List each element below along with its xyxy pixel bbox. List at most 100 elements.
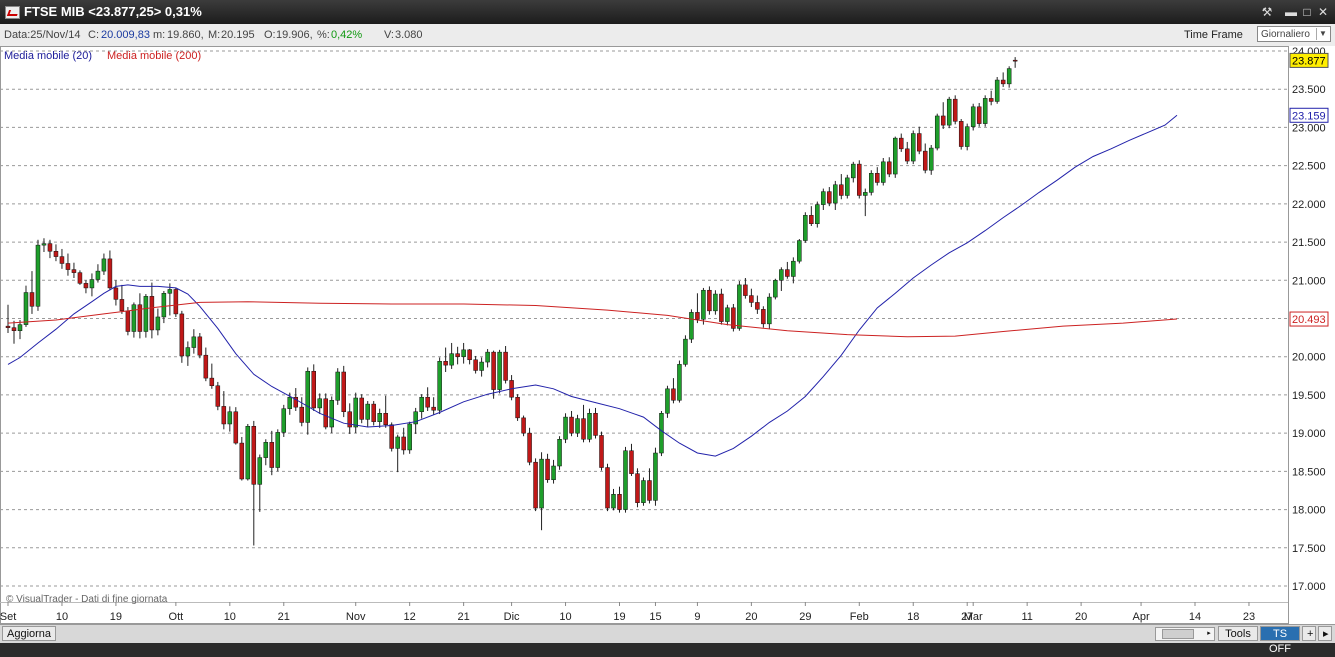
candle-down (47, 243, 53, 252)
y-tick-label: 19.500 (1292, 390, 1326, 402)
candle-up (869, 173, 874, 193)
candle-down (5, 325, 11, 328)
candle-up (713, 293, 718, 312)
candle-up (101, 258, 107, 272)
candle-down (581, 418, 586, 440)
candle-down (857, 163, 862, 196)
candle-up (461, 349, 466, 357)
candle-down (599, 435, 604, 468)
candle-down (383, 413, 388, 425)
info-min-label: m: (153, 29, 166, 41)
x-tick-label: 18 (907, 611, 919, 623)
candle-down (1012, 59, 1018, 62)
candle-down (431, 406, 436, 411)
maximize-button[interactable]: □ (1299, 4, 1315, 20)
info-volume-label: V: (384, 29, 394, 41)
candle-up (185, 347, 191, 357)
y-tick-label: 22.000 (1292, 199, 1326, 211)
candle-down (617, 494, 622, 510)
candle-down (467, 349, 472, 361)
candle-up (419, 396, 424, 412)
horizontal-scrollbar[interactable]: ▸ (1155, 627, 1215, 641)
candle-up (287, 396, 293, 409)
candle-down (323, 398, 328, 428)
info-volume-value: 3.080 (395, 29, 423, 41)
watermark-text: © VisualTrader - Dati di fine giornata (6, 594, 168, 605)
candle-up (701, 289, 706, 320)
candle-down (916, 133, 922, 152)
candle-down (605, 467, 610, 509)
candle-up (779, 269, 784, 281)
bottom-bar: Aggiorna ▸ Tools TS OFF + ▸ (0, 624, 1335, 655)
candle-up (437, 361, 442, 411)
chart-app-icon (5, 6, 20, 19)
candle-up (677, 364, 682, 401)
scrollbar-thumb[interactable] (1162, 629, 1194, 639)
candle-down (952, 98, 958, 122)
info-bar: Data:25/Nov/14 C: 20.009,83 m: 19.860, M… (0, 24, 1335, 47)
candle-up (227, 411, 233, 425)
candle-up (23, 292, 29, 325)
scroll-right-icon[interactable]: ▸ (1204, 628, 1214, 640)
candle-down (749, 295, 754, 303)
tools-icon[interactable]: ⚒ (1259, 4, 1275, 20)
y-tick-label: 18.000 (1292, 505, 1326, 517)
ts-off-button[interactable]: TS OFF (1260, 626, 1300, 655)
candle-up (689, 312, 694, 340)
dropdown-arrow-icon[interactable]: ▼ (1316, 28, 1329, 40)
timeframe-select[interactable]: Giornaliero ▼ (1257, 26, 1331, 42)
x-tick-label: 11 (1021, 611, 1032, 623)
candle-up (17, 324, 23, 331)
candle-down (389, 424, 394, 449)
candle-up (946, 98, 952, 126)
candle-up (143, 296, 149, 332)
candle-down (311, 370, 316, 409)
legend-ma200[interactable]: Media mobile (200) (107, 50, 201, 62)
candle-down (53, 250, 59, 257)
candle-down (839, 184, 844, 196)
x-tick-label: 12 (404, 611, 416, 623)
candle-down (743, 284, 748, 296)
x-tick-label: Mar (964, 611, 983, 623)
chart-area[interactable]: 24.000 23.500 23.000 22.500 22.000 21.500 21.0… (0, 46, 1335, 624)
candle-down (77, 272, 83, 284)
candle-down (203, 354, 209, 379)
candle-down (119, 299, 125, 312)
candle-up (275, 432, 281, 468)
candle-up (191, 336, 197, 348)
candle-up (161, 293, 167, 318)
x-tick-label: 20 (745, 611, 757, 623)
candle-down (455, 353, 460, 357)
y-tick-label: 17.000 (1292, 581, 1326, 593)
candle-up (881, 161, 886, 183)
candle-up (89, 279, 95, 289)
candle-down (215, 385, 221, 407)
minimize-button[interactable]: ▬ (1283, 4, 1299, 20)
candle-down (761, 309, 766, 325)
candlestick-chart[interactable]: 24.00023.50023.00022.50022.00021.50021.0… (0, 46, 1335, 624)
candle-up (833, 184, 838, 204)
candle-down (899, 137, 904, 150)
candle-down (239, 442, 245, 480)
candle-down (1000, 79, 1006, 85)
arrow-button[interactable]: ▸ (1318, 626, 1332, 641)
candle-up (821, 191, 826, 205)
candle-down (887, 161, 892, 175)
tools-button[interactable]: Tools (1218, 626, 1258, 641)
x-tick-label: 19 (110, 611, 122, 623)
candle-up (863, 192, 868, 196)
x-tick-label: Dic (504, 611, 520, 623)
candle-down (569, 416, 574, 434)
candle-up (329, 400, 334, 428)
candle-down (173, 289, 179, 315)
close-button[interactable]: ✕ (1315, 4, 1331, 20)
candle-down (940, 115, 946, 126)
x-tick-label: Nov (346, 611, 366, 623)
candle-up (497, 351, 502, 390)
add-button[interactable]: + (1302, 626, 1316, 641)
candle-down (83, 283, 89, 289)
candle-up (41, 243, 47, 246)
info-open-label: O: (264, 29, 276, 41)
legend-ma20[interactable]: Media mobile (20) (4, 50, 92, 62)
aggiorna-button[interactable]: Aggiorna (2, 626, 57, 641)
